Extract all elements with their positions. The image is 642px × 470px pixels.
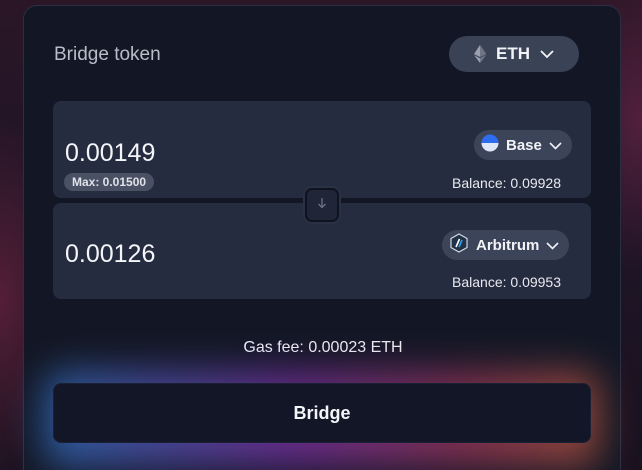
from-balance: Balance: 0.09928 [452, 175, 561, 191]
token-selector[interactable]: ETH [449, 36, 579, 72]
gas-fee: Gas fee: 0.00023 ETH [243, 339, 403, 356]
chevron-down-icon [540, 49, 554, 59]
page-title: Bridge token [54, 44, 161, 65]
from-chain-label: Base [506, 136, 542, 154]
eth-icon [474, 45, 486, 63]
from-panel: 0.00149 Max: 0.01500 Base Balance: 0.099… [53, 101, 591, 198]
chevron-down-icon [546, 237, 559, 254]
to-amount-value: 0.00126 [65, 240, 156, 268]
from-chain-selector[interactable]: Base [474, 130, 572, 160]
from-amount-input[interactable]: 0.00149 [65, 139, 155, 168]
base-chain-icon [481, 134, 499, 156]
chevron-down-icon [549, 137, 562, 154]
arbitrum-chain-icon [449, 233, 469, 257]
swap-direction-button[interactable] [305, 188, 339, 222]
max-button[interactable]: Max: 0.01500 [64, 173, 155, 191]
arrow-down-icon [316, 196, 328, 214]
to-balance: Balance: 0.09953 [452, 274, 561, 290]
token-label: ETH [496, 44, 530, 63]
to-chain-selector[interactable]: Arbitrum [442, 230, 570, 260]
bridge-card: Bridge token ETH 0.00149 Max: 0.01500 Ba… [23, 5, 621, 470]
bridge-button[interactable]: Bridge [53, 383, 591, 443]
to-chain-label: Arbitrum [476, 236, 540, 254]
